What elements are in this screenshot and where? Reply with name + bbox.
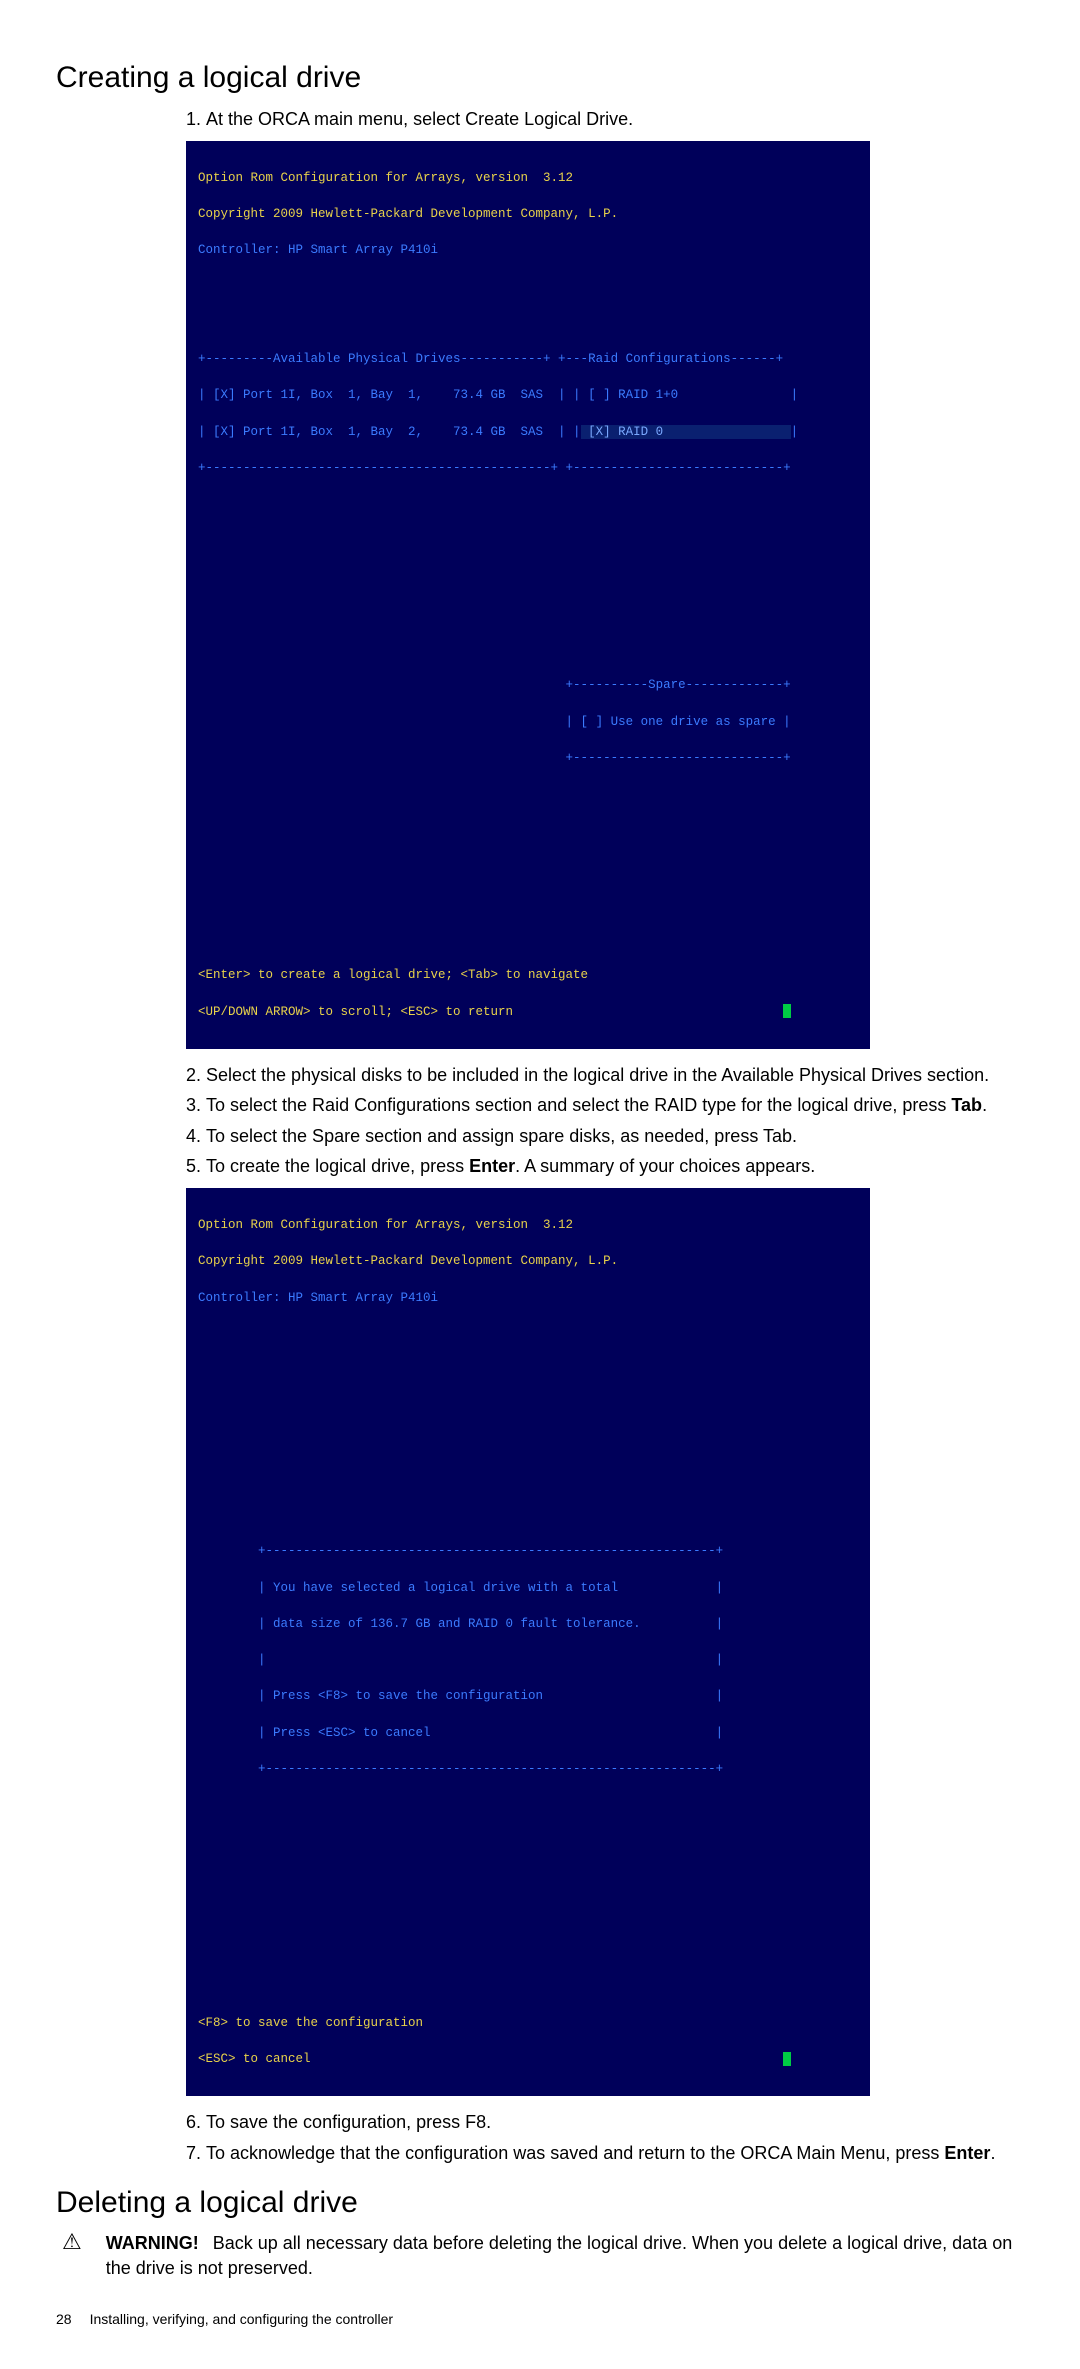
step-6: To save the configuration, press F8. bbox=[206, 2110, 1024, 2134]
steps-list-2: Select the physical disks to be included… bbox=[56, 1063, 1024, 1178]
warning-block: ⚠ WARNING!Back up all necessary data bef… bbox=[56, 2231, 1024, 2280]
step-4: To select the Spare section and assign s… bbox=[206, 1124, 1024, 1148]
step-5: To create the logical drive, press Enter… bbox=[206, 1154, 1024, 1178]
page-number: 28 bbox=[56, 2311, 72, 2327]
cursor-icon bbox=[783, 2052, 791, 2066]
warning-icon: ⚠ bbox=[62, 2231, 82, 2253]
terminal-screenshot-1: Option Rom Configuration for Arrays, ver… bbox=[186, 141, 870, 1049]
step-7: To acknowledge that the configuration wa… bbox=[206, 2141, 1024, 2165]
heading-deleting-logical-drive: Deleting a logical drive bbox=[56, 2183, 1024, 2224]
terminal-screenshot-2: Option Rom Configuration for Arrays, ver… bbox=[186, 1188, 870, 2096]
heading-creating-logical-drive: Creating a logical drive bbox=[56, 58, 1024, 99]
page-footer: 28 Installing, verifying, and configuring… bbox=[56, 2310, 1024, 2329]
steps-list-3: To save the configuration, press F8. To … bbox=[56, 2110, 1024, 2165]
warning-text: Back up all necessary data before deleti… bbox=[106, 2233, 1013, 2277]
step-3: To select the Raid Configurations sectio… bbox=[206, 1093, 1024, 1117]
steps-list-1: At the ORCA main menu, select Create Log… bbox=[56, 107, 1024, 131]
warning-label: WARNING! bbox=[106, 2233, 199, 2253]
step-1: At the ORCA main menu, select Create Log… bbox=[206, 107, 1024, 131]
raid-0-selected: [X] RAID 0 bbox=[581, 425, 791, 439]
step-2: Select the physical disks to be included… bbox=[206, 1063, 1024, 1087]
cursor-icon bbox=[783, 1004, 791, 1018]
footer-title: Installing, verifying, and configuring t… bbox=[90, 2311, 394, 2327]
